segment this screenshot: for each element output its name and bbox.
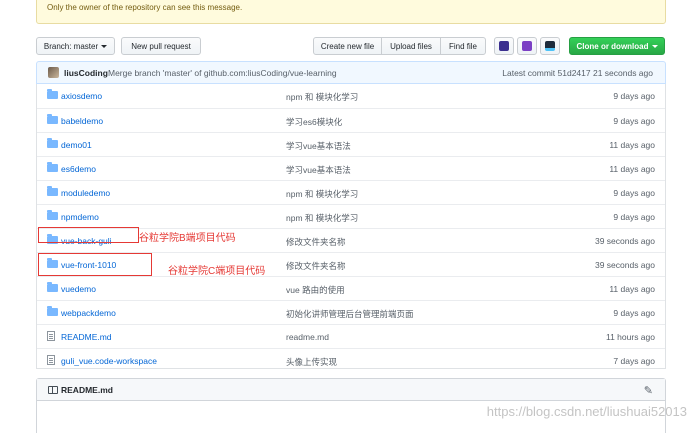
- file-commit-message[interactable]: 学习vue基本语法: [286, 140, 351, 152]
- extension-icon-2: [522, 41, 532, 51]
- extension-icon-1: [499, 41, 509, 51]
- file-name-link[interactable]: webpackdemo: [61, 308, 116, 318]
- commit-author-link[interactable]: liusCoding: [64, 68, 108, 78]
- pencil-icon[interactable]: ✎: [644, 384, 653, 397]
- folder-icon: [47, 89, 58, 99]
- file-row: webpackdemo 初始化讲师管理后台管理前端页面 9 days ago: [37, 300, 665, 324]
- file-age: 11 days ago: [609, 164, 655, 174]
- file-commit-message[interactable]: 初始化讲师管理后台管理前端页面: [286, 308, 414, 320]
- clone-label: Clone or download: [576, 41, 649, 51]
- file-age: 11 days ago: [609, 140, 655, 150]
- folder-icon: [47, 162, 58, 172]
- file-age: 9 days ago: [613, 188, 655, 198]
- file-commit-message[interactable]: 头像上传实现: [286, 356, 337, 368]
- annotation-box-front: [38, 253, 152, 276]
- annotation-text-back: 谷粒学院B端项目代码: [139, 233, 236, 244]
- file-name-link[interactable]: babeldemo: [61, 116, 103, 126]
- file-row: axiosdemo npm 和 模块化学习 9 days ago: [37, 84, 665, 108]
- file-age: 9 days ago: [613, 91, 655, 101]
- extension-button-3[interactable]: [540, 37, 560, 55]
- file-name-link[interactable]: axiosdemo: [61, 91, 102, 101]
- latest-commit-link[interactable]: Latest commit 51d2417 21 seconds ago: [502, 68, 653, 78]
- file-age: 11 hours ago: [606, 332, 655, 342]
- file-row: moduledemo npm 和 模块化学习 9 days ago: [37, 180, 665, 204]
- file-age: 11 days ago: [609, 284, 655, 294]
- file-commit-message[interactable]: npm 和 模块化学习: [286, 212, 358, 224]
- file-commit-message[interactable]: 学习vue基本语法: [286, 164, 351, 176]
- owner-notice-banner: Only the owner of the repository can see…: [36, 0, 666, 24]
- file-age: 9 days ago: [613, 308, 655, 318]
- clone-or-download-button[interactable]: Clone or download: [569, 37, 665, 55]
- branch-label: Branch: master: [43, 41, 99, 51]
- file-row: babeldemo 学习es6模块化 9 days ago: [37, 108, 665, 132]
- file-row: README.md readme.md 11 hours ago: [37, 324, 665, 348]
- file-commit-message[interactable]: 修改文件夹名称: [286, 236, 346, 248]
- find-file-button[interactable]: Find file: [440, 37, 486, 55]
- branch-select-button[interactable]: Branch: master: [36, 37, 115, 55]
- extension-button-1[interactable]: [494, 37, 514, 55]
- caret-down-icon: [101, 44, 108, 48]
- file-name-link[interactable]: moduledemo: [61, 188, 110, 198]
- folder-icon: [47, 306, 58, 316]
- avatar[interactable]: [48, 67, 59, 78]
- latest-commit-bar: liusCoding Merge branch 'master' of gith…: [36, 61, 666, 84]
- annotation-text-front: 谷粒学院C端项目代码: [168, 266, 266, 277]
- file-name-link[interactable]: demo01: [61, 140, 92, 150]
- new-pull-request-button[interactable]: New pull request: [121, 37, 201, 55]
- file-name-link[interactable]: npmdemo: [61, 212, 99, 222]
- file-age: 7 days ago: [613, 356, 655, 366]
- file-icon: [47, 355, 55, 365]
- file-row: npmdemo npm 和 模块化学习 9 days ago: [37, 204, 665, 228]
- book-icon: [48, 386, 58, 394]
- file-row: demo01 学习vue基本语法 11 days ago: [37, 132, 665, 156]
- repo-toolbar: Branch: master New pull request Create n…: [36, 37, 666, 55]
- file-row: guli_vue.code-workspace 头像上传实现 7 days ag…: [37, 348, 665, 372]
- file-age: 9 days ago: [613, 116, 655, 126]
- file-commit-message[interactable]: npm 和 模块化学习: [286, 188, 358, 200]
- file-age: 9 days ago: [613, 212, 655, 222]
- file-commit-message[interactable]: npm 和 模块化学习: [286, 91, 358, 103]
- commit-message-link[interactable]: Merge branch 'master' of github.com:lius…: [108, 68, 337, 78]
- file-name-link[interactable]: es6demo: [61, 164, 96, 174]
- folder-icon: [47, 210, 58, 220]
- file-row: vuedemo vue 路由的使用 11 days ago: [37, 276, 665, 300]
- extension-button-2[interactable]: [517, 37, 537, 55]
- file-commit-message[interactable]: 修改文件夹名称: [286, 260, 346, 272]
- file-commit-message[interactable]: 学习es6模块化: [286, 116, 342, 128]
- readme-title: README.md: [61, 385, 113, 395]
- caret-down-icon: [651, 44, 658, 48]
- watermark: https://blog.csdn.net/liushuai52013: [486, 404, 687, 419]
- file-icon: [47, 331, 55, 341]
- file-age: 39 seconds ago: [594, 260, 655, 270]
- create-new-file-button[interactable]: Create new file: [313, 37, 382, 55]
- annotation-box-back: [38, 227, 139, 243]
- folder-icon: [47, 282, 58, 292]
- file-commit-message[interactable]: vue 路由的使用: [286, 284, 345, 296]
- folder-icon: [47, 114, 58, 124]
- upload-files-button[interactable]: Upload files: [381, 37, 441, 55]
- file-commit-message[interactable]: readme.md: [286, 332, 329, 342]
- file-name-link[interactable]: vuedemo: [61, 284, 96, 294]
- file-row: es6demo 学习vue基本语法 11 days ago: [37, 156, 665, 180]
- extension-icon-3: [545, 41, 555, 51]
- folder-icon: [47, 138, 58, 148]
- owner-notice-text: Only the owner of the repository can see…: [47, 3, 243, 12]
- file-age: 39 seconds ago: [594, 236, 655, 246]
- file-name-link[interactable]: README.md: [61, 332, 112, 342]
- file-name-link[interactable]: guli_vue.code-workspace: [61, 356, 157, 366]
- folder-icon: [47, 186, 58, 196]
- readme-header: README.md ✎: [37, 379, 665, 401]
